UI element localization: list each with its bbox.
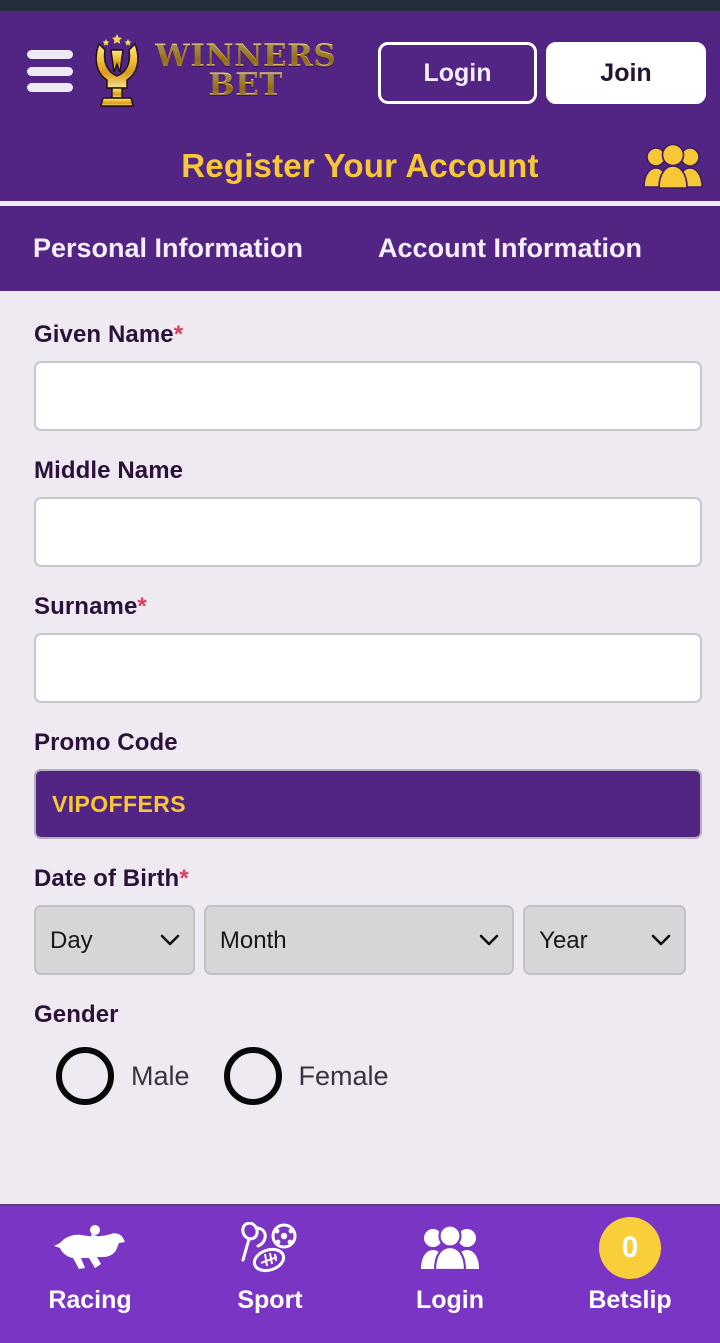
year-select-wrap: Year (523, 905, 686, 975)
hamburger-menu-icon[interactable] (27, 50, 73, 92)
people-group-icon[interactable] (642, 143, 704, 189)
date-of-birth-label: Date of Birth* (34, 865, 686, 893)
month-select-wrap: Month (203, 905, 515, 975)
promo-code-input[interactable] (34, 769, 702, 839)
nav-label-racing: Racing (48, 1286, 132, 1314)
hamburger-bar (27, 50, 73, 59)
promo-code-label: Promo Code (34, 729, 178, 756)
trophy-icon (95, 34, 139, 107)
betslip-count: 0 (599, 1217, 661, 1279)
page-title: Register Your Account (181, 147, 539, 184)
sports-balls-icon (236, 1220, 304, 1276)
registration-form-card: Given Name* Middle Name Surname* Promo C… (8, 291, 712, 1204)
required-asterisk: * (179, 865, 189, 892)
day-select-wrap: Day (34, 905, 195, 975)
auth-buttons: Login Join (378, 42, 706, 104)
required-asterisk: * (137, 593, 147, 620)
field-gender: Gender Male Female (34, 1001, 686, 1105)
form-step-tabs: Personal Information Account Information (0, 206, 720, 291)
gender-label: Gender (34, 1001, 119, 1028)
radio-button-male[interactable] (56, 1047, 114, 1105)
tab-personal-information[interactable]: Personal Information (33, 233, 303, 264)
tab-account-information[interactable]: Account Information (378, 233, 642, 264)
field-date-of-birth: Date of Birth* Day Month Year (34, 865, 686, 975)
header-top-row: WINNERS BET Login Join (0, 11, 720, 131)
radio-button-female[interactable] (223, 1047, 282, 1105)
given-name-input[interactable] (34, 361, 702, 431)
gender-female-label: Female (298, 1060, 389, 1091)
hamburger-bar (27, 66, 73, 76)
field-given-name: Given Name* (34, 321, 702, 431)
logo-line-2: BET (208, 67, 283, 103)
day-select[interactable]: Day (34, 905, 195, 975)
horse-racing-icon (51, 1220, 129, 1276)
status-bar (0, 0, 720, 11)
nav-label-betslip: Betslip (588, 1286, 672, 1314)
login-button[interactable]: Login (378, 42, 537, 104)
date-of-birth-selects: Day Month Year (34, 905, 686, 975)
join-button[interactable]: Join (546, 42, 706, 104)
field-middle-name: Middle Name (34, 457, 702, 567)
nav-item-racing[interactable]: Racing (0, 1206, 180, 1315)
middle-name-label: Middle Name (34, 457, 184, 484)
gender-male-label: Male (131, 1060, 190, 1091)
field-promo-code: Promo Code (34, 729, 702, 839)
people-group-icon (419, 1220, 481, 1276)
nav-item-sport[interactable]: Sport (180, 1206, 360, 1315)
surname-label-text: Surname (34, 593, 138, 620)
register-page: WINNERS BET Login Join Register Your Acc… (0, 0, 720, 1343)
nav-label-sport: Sport (237, 1286, 303, 1314)
gender-options: Male Female (34, 1047, 686, 1105)
month-select[interactable]: Month (203, 905, 515, 975)
required-asterisk: * (173, 321, 184, 348)
middle-name-input[interactable] (34, 497, 702, 567)
brand-wordmark: WINNERS BET (155, 40, 336, 103)
gender-option-female[interactable]: Female (223, 1047, 389, 1105)
page-title-row: Register Your Account (0, 131, 720, 201)
nav-item-betslip[interactable]: 0 Betslip (540, 1206, 720, 1315)
gender-option-male[interactable]: Male (56, 1047, 190, 1105)
year-select[interactable]: Year (523, 905, 686, 975)
surname-label: Surname* (34, 593, 686, 621)
date-of-birth-label-text: Date of Birth (34, 865, 180, 892)
nav-item-login[interactable]: Login (360, 1206, 540, 1315)
betslip-count-badge: 0 (599, 1217, 661, 1279)
hamburger-bar (27, 83, 73, 92)
given-name-label: Given Name* (34, 321, 686, 349)
surname-input[interactable] (34, 633, 702, 703)
field-surname: Surname* (34, 593, 702, 703)
app-header: WINNERS BET Login Join Register Your Acc… (0, 11, 720, 217)
nav-label-login: Login (415, 1286, 485, 1314)
bottom-navigation: Racing Sport Login 0 Betslip (0, 1204, 720, 1343)
brand-logo[interactable]: WINNERS BET (87, 30, 336, 112)
given-name-label-text: Given Name (34, 321, 174, 348)
